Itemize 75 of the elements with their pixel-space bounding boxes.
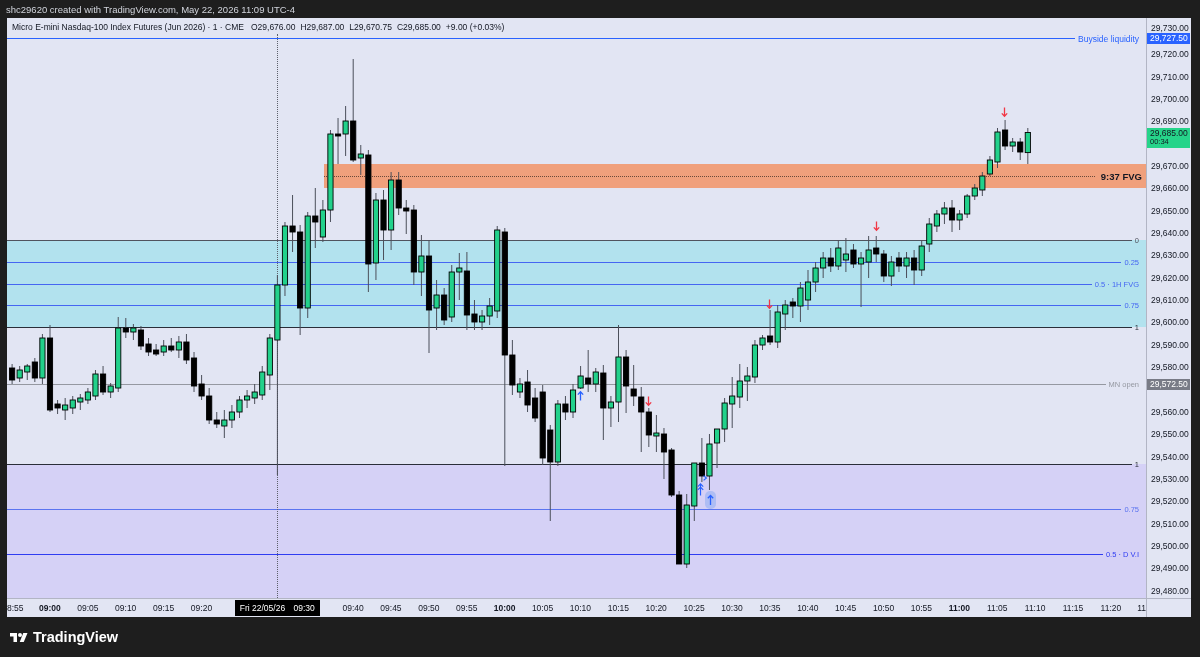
down-arrow-icon xyxy=(1000,107,1008,117)
time-label: 10:50 xyxy=(872,603,895,613)
chart-caption: shc29620 created with TradingView.com, May 22, 2026 11:09 UTC-4 xyxy=(6,3,296,15)
time-label: 11:10 xyxy=(1024,603,1046,613)
legend-value: H29,687.00 xyxy=(300,22,345,32)
time-label: 09:40 xyxy=(342,603,364,613)
price-tick-label: 29,560.00 xyxy=(1150,406,1189,417)
legend-value: C29,685.00 xyxy=(396,22,441,32)
price-tag: 29,727.50 xyxy=(1147,33,1190,44)
time-label: 09:10 xyxy=(115,603,137,613)
time-label: 10:40 xyxy=(797,603,819,613)
price-tick-label: 29,710.00 xyxy=(1150,71,1189,82)
time-label: 10:45 xyxy=(835,603,857,613)
legend-value: +9.00 (+0.03%) xyxy=(445,22,505,32)
price-tick-label: 29,590.00 xyxy=(1150,339,1189,350)
legend-value: O29,676.00 xyxy=(250,22,296,32)
price-tick-label: 29,660.00 xyxy=(1150,183,1189,194)
price-tick-label: 29,600.00 xyxy=(1150,317,1189,328)
price-tick-label: 29,730.00 xyxy=(1150,22,1189,33)
time-label: 09:20 xyxy=(190,603,213,613)
time-label: 10:05 xyxy=(531,603,554,613)
price-tick-label: 29,550.00 xyxy=(1150,429,1189,440)
price-tick-label: 29,630.00 xyxy=(1150,250,1189,261)
time-label: 10:25 xyxy=(683,603,705,613)
down-arrow-icon xyxy=(872,221,880,231)
up-arrow-icon xyxy=(576,391,584,401)
up-arrow-icon xyxy=(705,491,716,509)
legend-value: L29,670.75 xyxy=(349,22,392,32)
price-tick-label: 29,720.00 xyxy=(1150,49,1189,60)
price-tick-label: 29,530.00 xyxy=(1150,473,1189,484)
down-arrow-icon xyxy=(765,299,773,309)
down-arrow-icon xyxy=(644,396,652,406)
time-label: 11:15 xyxy=(1062,603,1084,613)
time-label: 10:30 xyxy=(721,603,743,613)
double-up-arrow-icon xyxy=(697,482,704,496)
price-tick-label: 29,490.00 xyxy=(1150,563,1189,574)
time-label: 10:10 xyxy=(569,603,592,613)
price-tick-label: 29,500.00 xyxy=(1150,540,1189,551)
time-label: 09:15 xyxy=(152,603,175,613)
chevron-right-icon xyxy=(703,475,707,481)
price-tick-label: 29,520.00 xyxy=(1150,496,1189,507)
price-tick-label: 29,610.00 xyxy=(1150,295,1189,306)
time-label: 09:45 xyxy=(380,603,402,613)
price-tick-label: 29,690.00 xyxy=(1150,116,1189,127)
price-tick-label: 29,640.00 xyxy=(1150,228,1189,239)
logo-icon xyxy=(10,630,28,644)
time-label: 11:20 xyxy=(1100,603,1122,613)
time-label: 09:55 xyxy=(456,603,478,613)
price-tick-label: 29,620.00 xyxy=(1150,272,1189,283)
time-label: 10:15 xyxy=(607,603,629,613)
price-tick-label: 29,700.00 xyxy=(1150,94,1189,104)
crosshair-time-label: Fri 22/05/26 09:30 xyxy=(234,600,320,616)
time-label: 09:50 xyxy=(418,603,440,613)
price-line-label: Buyside liquidity xyxy=(1078,33,1139,44)
time-label: 10:55 xyxy=(910,603,933,613)
current-price: 29,685.00 xyxy=(1150,128,1189,139)
time-label: 10:00 xyxy=(493,603,516,613)
price-tick-label: 29,540.00 xyxy=(1150,451,1189,462)
time-label: 11:05 xyxy=(986,603,1008,613)
price-tick-label: 29,650.00 xyxy=(1150,205,1189,216)
price-tick-label: 29,580.00 xyxy=(1150,362,1189,373)
price-tag: 29,572.50 xyxy=(1147,378,1190,390)
time-label: 11 xyxy=(1137,603,1146,613)
time-label: 10:35 xyxy=(759,603,781,613)
time-label: 09:00 xyxy=(39,603,61,613)
price-tick-label: 29,480.00 xyxy=(1150,585,1189,596)
time-label: 09:05 xyxy=(77,603,99,613)
time-label: 11:00 xyxy=(948,603,970,613)
time-label: 8:55 xyxy=(7,603,24,613)
legend-title: Micro E-mini Nasdaq-100 Index Futures (Jun 2026) · 1 · CME xyxy=(12,22,244,32)
price-tick-label: 29,510.00 xyxy=(1150,518,1189,529)
price-tick-label: 29,670.00 xyxy=(1150,161,1189,172)
brand-name: TradingView xyxy=(33,629,119,645)
time-label: 10:20 xyxy=(645,603,667,613)
fvg-label: 9:37 FVG xyxy=(1100,170,1142,182)
